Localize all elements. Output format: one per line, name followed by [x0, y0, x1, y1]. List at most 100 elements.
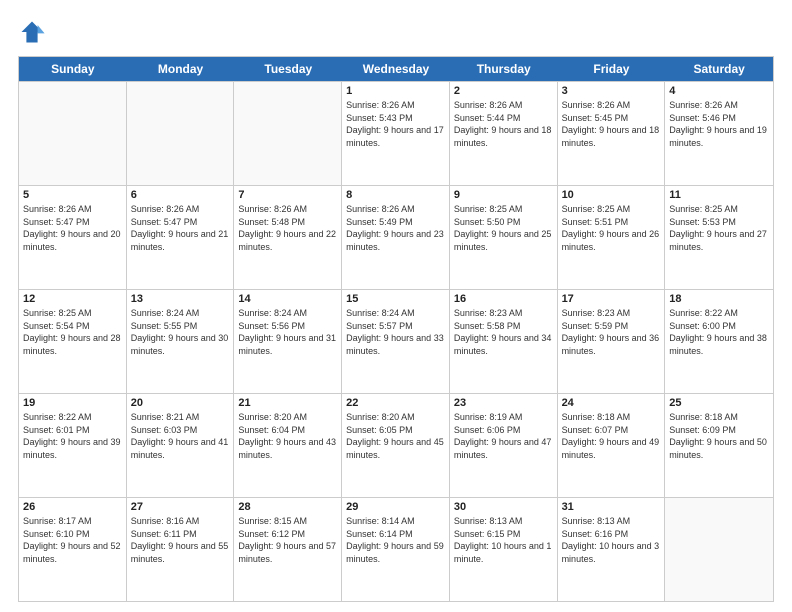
header-day-wednesday: Wednesday — [342, 57, 450, 81]
day-number: 4 — [669, 85, 769, 97]
header — [18, 18, 774, 46]
cell-info: Sunrise: 8:25 AM Sunset: 5:54 PM Dayligh… — [23, 307, 122, 357]
day-number: 23 — [454, 397, 553, 409]
logo-icon — [18, 18, 46, 46]
day-number: 1 — [346, 85, 445, 97]
calendar-day-18: 18 Sunrise: 8:22 AM Sunset: 6:00 PM Dayli… — [665, 290, 773, 393]
day-number: 5 — [23, 189, 122, 201]
day-number: 11 — [669, 189, 769, 201]
cell-info: Sunrise: 8:23 AM Sunset: 5:59 PM Dayligh… — [562, 307, 661, 357]
calendar-day-25: 25 Sunrise: 8:18 AM Sunset: 6:09 PM Dayli… — [665, 394, 773, 497]
calendar-day-8: 8 Sunrise: 8:26 AM Sunset: 5:49 PM Daylig… — [342, 186, 450, 289]
calendar-day-19: 19 Sunrise: 8:22 AM Sunset: 6:01 PM Dayli… — [19, 394, 127, 497]
calendar-day-28: 28 Sunrise: 8:15 AM Sunset: 6:12 PM Dayli… — [234, 498, 342, 601]
cell-info: Sunrise: 8:24 AM Sunset: 5:55 PM Dayligh… — [131, 307, 230, 357]
calendar-header: SundayMondayTuesdayWednesdayThursdayFrid… — [19, 57, 773, 81]
header-day-tuesday: Tuesday — [234, 57, 342, 81]
cell-info: Sunrise: 8:23 AM Sunset: 5:58 PM Dayligh… — [454, 307, 553, 357]
cell-info: Sunrise: 8:20 AM Sunset: 6:04 PM Dayligh… — [238, 411, 337, 461]
calendar-day-23: 23 Sunrise: 8:19 AM Sunset: 6:06 PM Dayli… — [450, 394, 558, 497]
calendar-day-29: 29Sunrise: 8:14 AM Sunset: 6:14 PM Dayli… — [342, 498, 450, 601]
day-number: 18 — [669, 293, 769, 305]
calendar-day-24: 24Sunrise: 8:18 AM Sunset: 6:07 PM Dayli… — [558, 394, 666, 497]
calendar-day-5: 5 Sunrise: 8:26 AM Sunset: 5:47 PM Daylig… — [19, 186, 127, 289]
cell-info: Sunrise: 8:24 AM Sunset: 5:56 PM Dayligh… — [238, 307, 337, 357]
cell-info: Sunrise: 8:26 AM Sunset: 5:46 PM Dayligh… — [669, 99, 769, 149]
calendar-week-4: 19 Sunrise: 8:22 AM Sunset: 6:01 PM Dayli… — [19, 393, 773, 497]
cell-info: Sunrise: 8:20 AM Sunset: 6:05 PM Dayligh… — [346, 411, 445, 461]
day-number: 31 — [562, 501, 661, 513]
calendar-day-21: 21Sunrise: 8:20 AM Sunset: 6:04 PM Dayli… — [234, 394, 342, 497]
page: SundayMondayTuesdayWednesdayThursdayFrid… — [0, 0, 792, 612]
day-number: 7 — [238, 189, 337, 201]
calendar-day-20: 20 Sunrise: 8:21 AM Sunset: 6:03 PM Dayli… — [127, 394, 235, 497]
calendar-week-1: 1 Sunrise: 8:26 AM Sunset: 5:43 PM Daylig… — [19, 81, 773, 185]
calendar-day-26: 26 Sunrise: 8:17 AM Sunset: 6:10 PM Dayli… — [19, 498, 127, 601]
cell-info: Sunrise: 8:26 AM Sunset: 5:49 PM Dayligh… — [346, 203, 445, 253]
day-number: 12 — [23, 293, 122, 305]
calendar-day-4: 4 Sunrise: 8:26 AM Sunset: 5:46 PM Daylig… — [665, 82, 773, 185]
calendar-empty-cell — [19, 82, 127, 185]
cell-info: Sunrise: 8:26 AM Sunset: 5:47 PM Dayligh… — [23, 203, 122, 253]
header-day-thursday: Thursday — [450, 57, 558, 81]
cell-info: Sunrise: 8:25 AM Sunset: 5:50 PM Dayligh… — [454, 203, 553, 253]
cell-info: Sunrise: 8:14 AM Sunset: 6:14 PM Dayligh… — [346, 515, 445, 565]
cell-info: Sunrise: 8:19 AM Sunset: 6:06 PM Dayligh… — [454, 411, 553, 461]
calendar-day-27: 27 Sunrise: 8:16 AM Sunset: 6:11 PM Dayli… — [127, 498, 235, 601]
header-day-sunday: Sunday — [19, 57, 127, 81]
calendar-day-7: 7 Sunrise: 8:26 AM Sunset: 5:48 PM Daylig… — [234, 186, 342, 289]
day-number: 28 — [238, 501, 337, 513]
calendar-week-3: 12 Sunrise: 8:25 AM Sunset: 5:54 PM Dayli… — [19, 289, 773, 393]
cell-info: Sunrise: 8:22 AM Sunset: 6:00 PM Dayligh… — [669, 307, 769, 357]
calendar-body: 1 Sunrise: 8:26 AM Sunset: 5:43 PM Daylig… — [19, 81, 773, 601]
day-number: 2 — [454, 85, 553, 97]
day-number: 19 — [23, 397, 122, 409]
cell-info: Sunrise: 8:16 AM Sunset: 6:11 PM Dayligh… — [131, 515, 230, 565]
calendar-day-3: 3 Sunrise: 8:26 AM Sunset: 5:45 PM Daylig… — [558, 82, 666, 185]
day-number: 24 — [562, 397, 661, 409]
day-number: 22 — [346, 397, 445, 409]
header-day-friday: Friday — [558, 57, 666, 81]
day-number: 14 — [238, 293, 337, 305]
cell-info: Sunrise: 8:21 AM Sunset: 6:03 PM Dayligh… — [131, 411, 230, 461]
calendar-empty-cell — [665, 498, 773, 601]
cell-info: Sunrise: 8:13 AM Sunset: 6:15 PM Dayligh… — [454, 515, 553, 565]
cell-info: Sunrise: 8:26 AM Sunset: 5:43 PM Dayligh… — [346, 99, 445, 149]
calendar-day-15: 15Sunrise: 8:24 AM Sunset: 5:57 PM Dayli… — [342, 290, 450, 393]
calendar-week-2: 5 Sunrise: 8:26 AM Sunset: 5:47 PM Daylig… — [19, 185, 773, 289]
calendar-empty-cell — [234, 82, 342, 185]
day-number: 30 — [454, 501, 553, 513]
cell-info: Sunrise: 8:13 AM Sunset: 6:16 PM Dayligh… — [562, 515, 661, 565]
day-number: 8 — [346, 189, 445, 201]
cell-info: Sunrise: 8:18 AM Sunset: 6:09 PM Dayligh… — [669, 411, 769, 461]
calendar-day-2: 2 Sunrise: 8:26 AM Sunset: 5:44 PM Daylig… — [450, 82, 558, 185]
calendar-day-9: 9 Sunrise: 8:25 AM Sunset: 5:50 PM Daylig… — [450, 186, 558, 289]
cell-info: Sunrise: 8:24 AM Sunset: 5:57 PM Dayligh… — [346, 307, 445, 357]
cell-info: Sunrise: 8:15 AM Sunset: 6:12 PM Dayligh… — [238, 515, 337, 565]
day-number: 20 — [131, 397, 230, 409]
day-number: 9 — [454, 189, 553, 201]
day-number: 3 — [562, 85, 661, 97]
calendar-day-6: 6Sunrise: 8:26 AM Sunset: 5:47 PM Daylig… — [127, 186, 235, 289]
day-number: 13 — [131, 293, 230, 305]
day-number: 26 — [23, 501, 122, 513]
calendar-day-11: 11 Sunrise: 8:25 AM Sunset: 5:53 PM Dayli… — [665, 186, 773, 289]
calendar-empty-cell — [127, 82, 235, 185]
cell-info: Sunrise: 8:22 AM Sunset: 6:01 PM Dayligh… — [23, 411, 122, 461]
day-number: 6 — [131, 189, 230, 201]
calendar-day-16: 16Sunrise: 8:23 AM Sunset: 5:58 PM Dayli… — [450, 290, 558, 393]
cell-info: Sunrise: 8:17 AM Sunset: 6:10 PM Dayligh… — [23, 515, 122, 565]
calendar-week-5: 26 Sunrise: 8:17 AM Sunset: 6:10 PM Dayli… — [19, 497, 773, 601]
day-number: 27 — [131, 501, 230, 513]
calendar-day-22: 22 Sunrise: 8:20 AM Sunset: 6:05 PM Dayli… — [342, 394, 450, 497]
calendar-day-13: 13 Sunrise: 8:24 AM Sunset: 5:55 PM Dayli… — [127, 290, 235, 393]
cell-info: Sunrise: 8:26 AM Sunset: 5:45 PM Dayligh… — [562, 99, 661, 149]
cell-info: Sunrise: 8:26 AM Sunset: 5:44 PM Dayligh… — [454, 99, 553, 149]
cell-info: Sunrise: 8:25 AM Sunset: 5:51 PM Dayligh… — [562, 203, 661, 253]
header-day-monday: Monday — [127, 57, 235, 81]
day-number: 25 — [669, 397, 769, 409]
calendar-day-12: 12 Sunrise: 8:25 AM Sunset: 5:54 PM Dayli… — [19, 290, 127, 393]
cell-info: Sunrise: 8:26 AM Sunset: 5:48 PM Dayligh… — [238, 203, 337, 253]
cell-info: Sunrise: 8:25 AM Sunset: 5:53 PM Dayligh… — [669, 203, 769, 253]
logo — [18, 18, 50, 46]
